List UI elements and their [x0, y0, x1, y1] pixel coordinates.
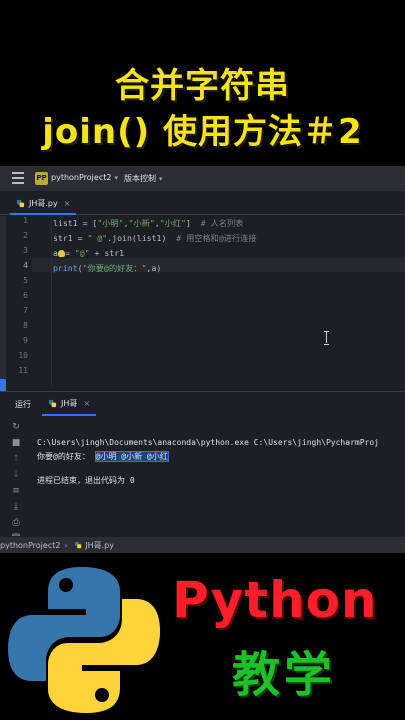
- console-line: 你要@的好友： @小明 @小新 @小红: [37, 450, 169, 464]
- code-token: "小红": [159, 218, 186, 228]
- code-line-2: str1 = " @".join(list1) # 用空格和@进行连接: [53, 231, 257, 245]
- brand-banner: Python 教学: [0, 553, 405, 720]
- line-number: 2: [23, 231, 28, 240]
- close-icon[interactable]: ×: [83, 399, 90, 408]
- editor-tab-bar: JH哥.py ×: [0, 193, 405, 215]
- run-panel-header: 运行 JH哥 ×: [0, 392, 405, 416]
- code-editor[interactable]: list1 = ["小明","小新","小红"] # 人名列表 str1 = "…: [53, 216, 405, 386]
- text-cursor-icon: [324, 331, 330, 345]
- line-number: 5: [23, 276, 28, 285]
- line-number: 9: [23, 336, 28, 345]
- code-line-1: list1 = ["小明","小新","小红"] # 人名列表: [53, 216, 243, 230]
- lightbulb-icon[interactable]: [57, 250, 65, 257]
- python-file-icon: [48, 399, 57, 407]
- python-logo-icon: [8, 567, 160, 713]
- code-token: =: [64, 248, 75, 258]
- line-number: 4: [23, 261, 28, 270]
- project-badge: PP: [35, 172, 48, 185]
- print-icon[interactable]: ⎙: [8, 516, 24, 530]
- code-token: "小明": [97, 218, 124, 228]
- code-token: str1 =: [53, 233, 88, 243]
- tab-label: JH哥.py: [29, 198, 58, 208]
- status-bar: pythonProject2 › JH哥.py: [0, 536, 405, 553]
- scroll-up-icon[interactable]: ↑: [8, 452, 24, 466]
- code-comment: # 人名列表: [190, 218, 244, 228]
- breadcrumb: pythonProject2 › JH哥.py: [0, 540, 114, 551]
- ide-top-bar: PP pythonProject2 ▾ 版本控制 ▾: [0, 166, 405, 192]
- line-number: 7: [23, 306, 28, 315]
- code-comment: # 用空格和@进行连接: [166, 233, 257, 243]
- run-panel: 运行 JH哥 × ↻ ■ ↑ ↓ ≡ ⤓ ⎙ 🗑 C:\Users\jingh\…: [0, 391, 405, 544]
- code-token: "@": [74, 248, 90, 258]
- gutter-divider: [51, 216, 52, 386]
- chevron-down-icon: ▾: [114, 174, 118, 182]
- teaching-label: 教学: [232, 647, 337, 703]
- run-tab-label: JH哥: [61, 398, 78, 408]
- line-number: 10: [18, 351, 28, 360]
- line-number: 1: [23, 216, 28, 225]
- line-number-gutter: 1 2 3 4 5 6 7 8 9 10 11: [6, 216, 32, 386]
- selected-output: @小明 @小新 @小红: [94, 451, 169, 462]
- soft-wrap-icon[interactable]: ≡: [8, 484, 24, 498]
- run-tab-jh[interactable]: JH哥 ×: [42, 392, 97, 416]
- line-number: 8: [23, 321, 28, 330]
- line-number: 11: [18, 366, 28, 375]
- project-name: pythonProject2: [51, 173, 112, 182]
- code-token: list1 = [: [53, 218, 98, 228]
- vcs-label: 版本控制: [124, 174, 156, 183]
- chevron-right-icon: ›: [64, 541, 68, 550]
- project-selector[interactable]: pythonProject2 ▾: [51, 173, 118, 182]
- code-token: print: [53, 263, 78, 273]
- line-number: 3: [23, 246, 28, 255]
- code-token: "你要@的好友：": [82, 263, 147, 273]
- title-line-1: 合并字符串: [115, 66, 290, 106]
- chevron-down-icon: ▾: [159, 175, 163, 183]
- code-token: ,a): [146, 263, 162, 273]
- ide-window: PP pythonProject2 ▾ 版本控制 ▾ JH哥.py × 1 2 3 …: [0, 166, 405, 553]
- code-token: + str1: [89, 248, 125, 258]
- close-icon[interactable]: ×: [64, 199, 71, 208]
- stop-icon[interactable]: ■: [8, 436, 24, 450]
- code-token: "小新": [128, 218, 155, 228]
- run-toolbar: ↻ ■ ↑ ↓ ≡ ⤓ ⎙ 🗑: [8, 420, 28, 548]
- breadcrumb-file[interactable]: JH哥.py: [85, 541, 114, 550]
- scroll-down-icon[interactable]: ↓: [8, 468, 24, 482]
- tab-jh-py[interactable]: JH哥.py ×: [10, 193, 77, 215]
- vcs-menu[interactable]: 版本控制 ▾: [124, 173, 163, 184]
- python-wordmark: Python: [172, 571, 378, 629]
- scroll-to-end-icon[interactable]: ⤓: [8, 500, 24, 514]
- console-line: 进程已结束，退出代码为 0: [37, 476, 135, 485]
- python-file-icon: [75, 541, 82, 549]
- console-output[interactable]: C:\Users\jingh\Documents\anaconda\python…: [37, 436, 405, 485]
- code-line-4: print("你要@的好友：",a): [53, 261, 161, 275]
- title-banner: 合并字符串 join() 使用方法＃2: [0, 0, 405, 165]
- breadcrumb-project[interactable]: pythonProject2: [0, 541, 60, 550]
- python-file-icon: [16, 199, 25, 207]
- code-token: .join(list1): [107, 233, 167, 243]
- code-line-3: a = "@" + str1: [53, 246, 124, 260]
- hamburger-menu-icon[interactable]: [12, 172, 24, 184]
- code-token: " @": [87, 233, 108, 243]
- line-number: 6: [23, 291, 28, 300]
- title-line-2: join() 使用方法＃2: [42, 112, 363, 152]
- console-line: C:\Users\jingh\Documents\anaconda\python…: [37, 438, 379, 447]
- rerun-icon[interactable]: ↻: [8, 420, 24, 434]
- console-text: 你要@的好友：: [37, 452, 95, 461]
- run-label: 运行: [15, 400, 31, 409]
